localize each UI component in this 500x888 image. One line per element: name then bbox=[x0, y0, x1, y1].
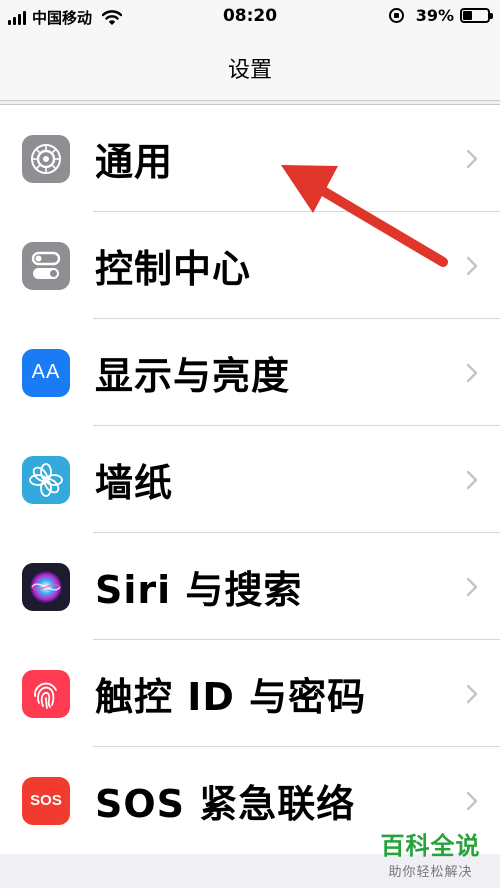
watermark-logo: 百科全说 助你轻松解决 bbox=[373, 826, 488, 880]
battery-icon bbox=[460, 8, 493, 23]
settings-row-wallpaper[interactable]: 墙纸 bbox=[0, 426, 500, 533]
text-size-icon: AA bbox=[22, 348, 70, 397]
chevron-right-icon bbox=[466, 470, 478, 489]
text-size-glyph: AA bbox=[31, 361, 61, 383]
settings-row-siri-search[interactable]: Siri 与搜索 bbox=[0, 533, 500, 640]
settings-row-label: 触控 ID 与密码 bbox=[95, 675, 367, 719]
navigation-bar: 设置 bbox=[0, 34, 500, 101]
orientation-lock-icon bbox=[388, 8, 404, 23]
status-right: 39% bbox=[388, 6, 493, 25]
page-title: 设置 bbox=[227, 58, 272, 83]
watermark-subtitle: 助你轻松解决 bbox=[388, 865, 473, 880]
toggle-switches-icon bbox=[22, 241, 70, 290]
settings-row-label: 墙纸 bbox=[95, 461, 174, 505]
chevron-right-icon bbox=[466, 149, 478, 168]
sos-glyph: SOS bbox=[30, 792, 62, 809]
settings-row-general[interactable]: 通用 bbox=[0, 105, 500, 212]
settings-row-label: Siri 与搜索 bbox=[95, 568, 303, 612]
settings-list: 通用 控制中心 AA 显示与亮度 墙纸 Siri 与搜索 触控 ID 与密码 S… bbox=[0, 104, 500, 854]
chevron-right-icon bbox=[466, 577, 478, 596]
status-bar: 中国移动 08:20 39% bbox=[0, 0, 500, 34]
settings-row-control-center[interactable]: 控制中心 bbox=[0, 212, 500, 319]
flower-icon bbox=[22, 455, 70, 504]
settings-row-label: 通用 bbox=[95, 140, 174, 184]
settings-row-display-brightness[interactable]: AA 显示与亮度 bbox=[0, 319, 500, 426]
chevron-right-icon bbox=[466, 363, 478, 382]
fingerprint-icon bbox=[22, 669, 70, 718]
watermark-title: 百科全说 bbox=[380, 832, 481, 860]
sos-icon: SOS bbox=[22, 776, 70, 825]
settings-row-label: 显示与亮度 bbox=[95, 354, 291, 398]
settings-row-label: SOS 紧急联络 bbox=[95, 782, 356, 826]
chevron-right-icon bbox=[466, 684, 478, 703]
battery-fill bbox=[463, 11, 473, 20]
chevron-right-icon bbox=[466, 256, 478, 275]
battery-percent: 39% bbox=[415, 6, 454, 25]
settings-row-label: 控制中心 bbox=[95, 247, 252, 291]
gear-icon bbox=[22, 134, 70, 183]
settings-row-touch-id-passcode[interactable]: 触控 ID 与密码 bbox=[0, 640, 500, 747]
chevron-right-icon bbox=[466, 791, 478, 810]
siri-icon bbox=[22, 562, 70, 611]
